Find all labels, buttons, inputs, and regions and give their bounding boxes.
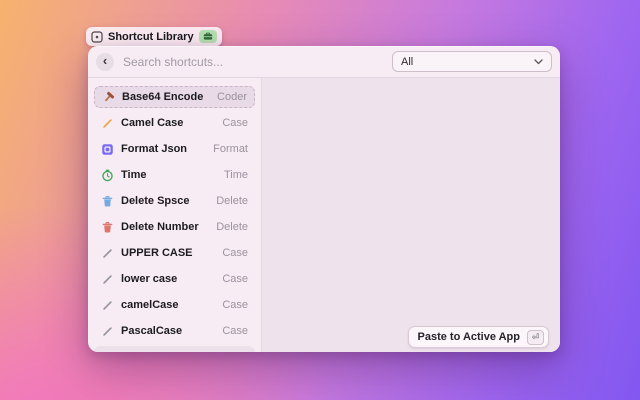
pencil-icon bbox=[103, 300, 112, 310]
list-item[interactable]: Camel Case Case bbox=[94, 112, 255, 134]
list-item[interactable]: Base64 Encode Coder bbox=[94, 86, 255, 108]
briefcase-icon bbox=[203, 32, 212, 40]
list-item-label: Base64 Encode bbox=[122, 91, 204, 103]
list-item-label: camelCase bbox=[121, 299, 179, 311]
trash-icon bbox=[102, 221, 113, 232]
pencil-icon bbox=[103, 118, 112, 128]
list-item-tag: Format bbox=[213, 143, 248, 155]
list-item-tag: Case bbox=[222, 247, 248, 259]
frame-icon bbox=[102, 143, 113, 155]
app-icon bbox=[91, 30, 103, 43]
filter-dropdown[interactable]: All bbox=[392, 51, 552, 72]
paste-button-label: Paste to Active App bbox=[417, 331, 521, 343]
list-item-label: Delete Number bbox=[121, 221, 199, 233]
back-button[interactable]: ‹ bbox=[96, 52, 114, 71]
list-item[interactable]: UPPER CASE Case bbox=[94, 242, 255, 264]
window-title: Shortcut Library bbox=[108, 30, 194, 43]
list-item-label: lower case bbox=[121, 273, 178, 285]
window-title-pill[interactable]: Shortcut Library bbox=[86, 27, 222, 46]
filter-dropdown-value: All bbox=[401, 55, 414, 68]
chevron-down-icon bbox=[534, 58, 543, 64]
search-header: ‹ Search shortcuts... All bbox=[88, 46, 560, 78]
list-item-tag: Case bbox=[222, 325, 248, 337]
shortcut-list: Base64 Encode Coder Camel Case Case Form… bbox=[88, 78, 262, 352]
list-item[interactable]: PascalCase Case bbox=[94, 320, 255, 342]
list-item[interactable]: camelCase Case bbox=[94, 294, 255, 316]
list-item-tag: Case bbox=[222, 299, 248, 311]
list-item-label: Format Json bbox=[121, 143, 188, 155]
list-item-tag: Time bbox=[223, 169, 248, 181]
desktop-background: { "pill": { "title": "Shortcut Library" … bbox=[0, 0, 640, 400]
status-badge[interactable] bbox=[198, 30, 217, 43]
list-item-tag: Case bbox=[222, 117, 248, 129]
list-item-partial[interactable] bbox=[94, 346, 255, 352]
pencil-icon bbox=[103, 274, 112, 284]
list-item[interactable]: lower case Case bbox=[94, 268, 255, 290]
list-item-tag: Coder bbox=[217, 91, 247, 103]
clock-icon bbox=[102, 169, 113, 181]
list-item[interactable]: Delete Number Delete bbox=[94, 216, 255, 238]
paste-to-active-app-button[interactable]: Paste to Active App ⏎ bbox=[407, 326, 549, 348]
return-key-icon: ⏎ bbox=[527, 329, 544, 345]
list-item[interactable]: Time Time bbox=[94, 164, 255, 186]
list-item-tag: Delete bbox=[216, 221, 248, 233]
list-item-label: PascalCase bbox=[121, 325, 183, 337]
list-item-label: Camel Case bbox=[121, 117, 184, 129]
list-item-label: Time bbox=[121, 169, 147, 181]
pencil-icon bbox=[103, 248, 112, 258]
pencil-icon bbox=[103, 326, 112, 336]
list-item-tag: Delete bbox=[216, 195, 248, 207]
trash-icon bbox=[102, 195, 113, 206]
detail-panel bbox=[262, 78, 560, 352]
search-input[interactable]: Search shortcuts... bbox=[123, 55, 392, 69]
shortcut-library-window: ‹ Search shortcuts... All Base64 Encode … bbox=[88, 46, 560, 352]
hammer-icon bbox=[105, 91, 115, 101]
chevron-left-icon: ‹ bbox=[102, 53, 108, 68]
window-content: Base64 Encode Coder Camel Case Case Form… bbox=[88, 78, 560, 352]
list-item-label: Delete Spsce bbox=[121, 195, 190, 207]
list-item-label: UPPER CASE bbox=[121, 247, 193, 259]
list-item-tag: Case bbox=[222, 273, 248, 285]
list-item[interactable]: Delete Spsce Delete bbox=[94, 190, 255, 212]
list-item[interactable]: Format Json Format bbox=[94, 138, 255, 160]
